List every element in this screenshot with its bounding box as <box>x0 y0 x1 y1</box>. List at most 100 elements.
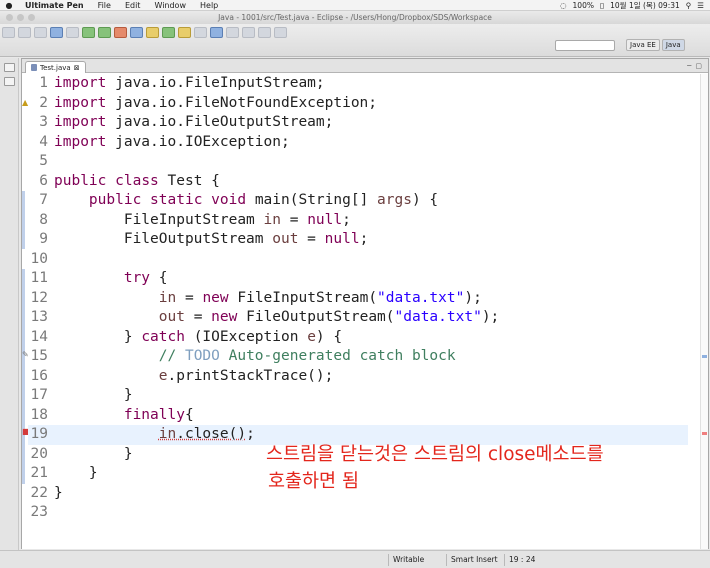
back-icon[interactable] <box>258 27 271 38</box>
list-icon[interactable]: ☰ <box>697 1 704 10</box>
line-number: 4 <box>39 133 48 150</box>
code-line[interactable]: 2 import java.io.FileNotFoundException; <box>28 94 688 114</box>
code-line[interactable]: 7 public static void main(String[] args)… <box>28 191 688 211</box>
code-text: FileOutputStream out = null; <box>54 231 369 247</box>
skip-breakpoints-icon[interactable] <box>66 27 79 38</box>
window-title: Java - 1001/src/Test.java - Eclipse - /U… <box>218 13 492 22</box>
line-number: 19 <box>30 426 48 442</box>
line-number: 6 <box>39 172 48 189</box>
status-insert-mode: Smart Insert <box>446 554 502 566</box>
status-writable: Writable <box>388 554 444 566</box>
tab-label: Test.java <box>40 63 71 72</box>
new-server-icon[interactable] <box>50 27 63 38</box>
line-number: 14 <box>30 328 48 345</box>
battery-icon[interactable]: ▯ <box>600 1 604 10</box>
debug-icon[interactable] <box>82 27 95 38</box>
code-line[interactable]: 8 FileInputStream in = null; <box>28 211 688 231</box>
menubar-status: ◌ 100% ▯ 10월 1일 (목) 09:31 ⚲ ☰ <box>560 0 710 11</box>
code-text: in.close(); <box>158 426 255 442</box>
minimize-icon[interactable]: ─ <box>687 62 691 70</box>
menu-window[interactable]: Window <box>147 1 193 10</box>
code-line[interactable]: 4 import java.io.IOException; <box>28 133 688 153</box>
code-line[interactable]: 14 } catch (IOException e) { <box>28 328 688 348</box>
java-file-icon <box>31 64 37 71</box>
toggle-mark-icon[interactable] <box>210 27 223 38</box>
tab-close-icon[interactable]: ⊠ <box>74 64 80 72</box>
forward-icon[interactable] <box>274 27 287 38</box>
menubar: ● Ultimate Pen File Edit Window Help ◌ 1… <box>0 0 710 11</box>
perspective-java[interactable]: Java <box>661 39 685 51</box>
toolbar-buttons <box>2 27 287 38</box>
line-number: 1 <box>39 75 48 91</box>
open-type-icon[interactable] <box>178 27 191 38</box>
code-line[interactable]: 15 // TODO Auto-generated catch block <box>28 347 688 367</box>
minimize-window-button[interactable] <box>17 14 24 21</box>
line-number: 5 <box>39 153 48 169</box>
code-line[interactable]: 18 finally{ <box>28 406 688 426</box>
new-java-project-icon[interactable] <box>130 27 143 38</box>
menu-edit[interactable]: Edit <box>118 1 148 10</box>
code-text: out = new FileOutputStream("data.txt"); <box>158 309 500 325</box>
line-number: 10 <box>30 250 48 267</box>
menu-help[interactable]: Help <box>193 1 225 10</box>
code-line[interactable]: 3 import java.io.FileOutputStream; <box>28 113 688 133</box>
overview-task-marker[interactable] <box>702 355 707 358</box>
clock[interactable]: 10월 1일 (목) 09:31 <box>610 0 680 11</box>
code-line[interactable]: 1 import java.io.FileInputStream; <box>28 74 688 94</box>
tab-test-java[interactable]: Test.java ⊠ <box>25 61 86 73</box>
new-icon[interactable] <box>2 27 15 38</box>
menu-file[interactable]: File <box>91 1 118 10</box>
code-line[interactable]: 11 try { <box>28 269 688 289</box>
search-icon[interactable]: ⚲ <box>686 1 692 10</box>
package-explorer-icon[interactable] <box>3 77 15 86</box>
apple-icon[interactable]: ● <box>0 1 18 10</box>
line-number: 9 <box>39 231 48 247</box>
zoom-window-button[interactable] <box>28 14 35 21</box>
new-package-icon[interactable] <box>146 27 159 38</box>
save-icon[interactable] <box>18 27 31 38</box>
code-line[interactable]: 16 e.printStackTrace(); <box>28 367 688 387</box>
battery-percent: 100% <box>572 0 594 10</box>
code-text: try { <box>123 270 168 286</box>
code-text: } <box>54 445 133 462</box>
code-line[interactable]: 10 <box>28 250 688 270</box>
restore-view-icon[interactable] <box>3 63 15 72</box>
external-tools-icon[interactable] <box>114 27 127 38</box>
code-text: // TODO Auto-generated catch block <box>158 348 456 364</box>
code-text: finally{ <box>123 406 194 423</box>
code-line[interactable]: 5 <box>28 152 688 172</box>
close-window-button[interactable] <box>6 14 13 21</box>
overview-ruler <box>700 74 708 549</box>
code-line[interactable]: 17 } <box>28 386 688 406</box>
code-line[interactable]: 6 public class Test { <box>28 172 688 192</box>
previous-annotation-icon[interactable] <box>242 27 255 38</box>
status-bar: Writable Smart Insert 19 : 24 <box>0 550 710 568</box>
code-text: import java.io.IOException; <box>54 133 290 150</box>
code-line[interactable]: 13 out = new FileOutputStream("data.txt"… <box>28 308 688 328</box>
menu-app[interactable]: Ultimate Pen <box>18 1 91 10</box>
wifi-icon[interactable]: ◌ <box>560 1 567 10</box>
code-text: public class Test { <box>54 172 220 189</box>
main-toolbar: Java EE Java <box>0 24 710 57</box>
code-text: import java.io.FileNotFoundException; <box>54 94 378 111</box>
perspective-java-ee[interactable]: Java EE <box>626 39 660 51</box>
print-icon[interactable] <box>34 27 47 38</box>
line-number: 8 <box>39 211 48 228</box>
line-number: 23 <box>30 504 48 520</box>
overview-error-marker[interactable] <box>702 432 707 435</box>
next-annotation-icon[interactable] <box>226 27 239 38</box>
explanation-note-line-2: 호출하면 됨 <box>268 471 359 492</box>
quick-access-input[interactable] <box>555 40 615 51</box>
code-text: e.printStackTrace(); <box>158 367 334 384</box>
code-editor[interactable]: ▲ ✎ ■ 1 import java.io.FileInputStream; 2 i… <box>22 74 708 549</box>
line-number: 20 <box>30 445 48 462</box>
maximize-icon[interactable]: ▢ <box>695 62 702 70</box>
code-line[interactable]: 9 FileOutputStream out = null; <box>28 230 688 250</box>
line-number: 3 <box>39 114 48 130</box>
run-icon[interactable] <box>98 27 111 38</box>
code-line[interactable]: 12 in = new FileInputStream("data.txt"); <box>28 289 688 309</box>
code-text: } <box>54 387 133 403</box>
code-line[interactable]: 23 <box>28 503 688 523</box>
search-toolbar-icon[interactable] <box>194 27 207 38</box>
new-class-icon[interactable] <box>162 27 175 38</box>
